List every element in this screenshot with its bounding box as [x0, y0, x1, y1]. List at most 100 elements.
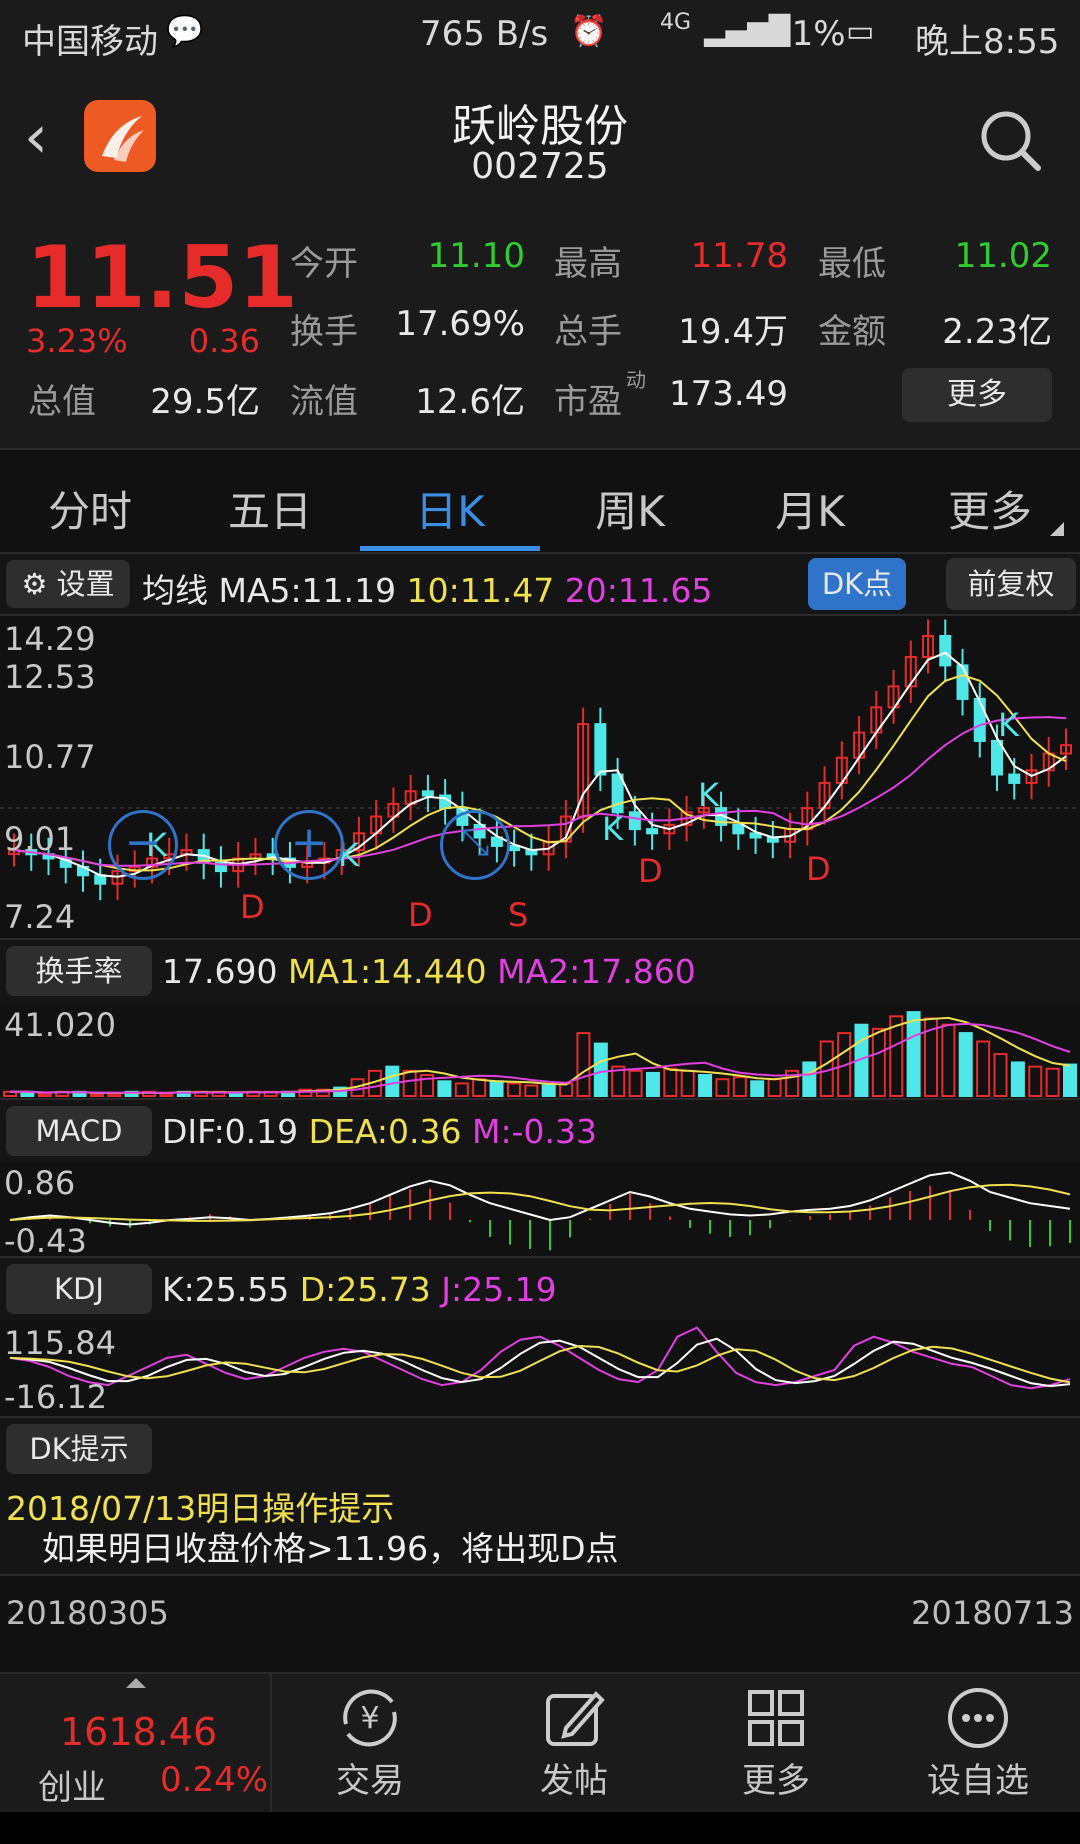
settings-button[interactable]: ⚙ 设置 — [6, 560, 130, 608]
tab-intraday[interactable]: 分时 — [0, 478, 180, 539]
open-value: 11.10 — [427, 236, 525, 276]
kline-axis-3: 10.77 — [4, 738, 96, 776]
ma10-value: 10:11.47 — [406, 571, 555, 610]
system-nav-bar — [0, 1812, 1080, 1844]
forward-adjust-button[interactable]: 前复权 — [946, 558, 1076, 610]
kdj-axis-top: 115.84 — [4, 1324, 116, 1362]
kdj-chart[interactable]: 115.84 -16.12 — [0, 1318, 1080, 1416]
kdj-j: J:25.19 — [441, 1270, 557, 1309]
macd-dea: DEA:0.36 — [308, 1112, 462, 1151]
index-value: 1618.46 — [60, 1710, 218, 1754]
turnover-plot — [3, 1011, 1077, 1098]
pe-value: 173.49 — [669, 374, 788, 414]
gear-icon: ⚙ — [21, 567, 48, 601]
zoom-out-button[interactable]: − — [108, 810, 178, 880]
turnover-indicator-button[interactable]: 换手率 — [6, 946, 152, 996]
candle-body — [991, 739, 1004, 776]
macd-chart[interactable]: 0.86 -0.43 — [0, 1160, 1080, 1260]
turnover-bar — [402, 1069, 417, 1097]
nav-add-watchlist-label: 设自选 — [927, 1761, 1029, 1801]
kline-plot — [0, 619, 1080, 901]
turnover-bar — [576, 1032, 591, 1097]
zoom-in-button[interactable]: + — [274, 810, 344, 880]
kline-toolbar: ⚙ 设置 均线 MA5:11.19 10:11.47 20:11.65 DK点 … — [0, 554, 1080, 616]
nav-trade[interactable]: ¥ 交易 — [270, 1674, 470, 1814]
volume-label: 总手 — [554, 312, 622, 352]
kdj-plot — [9, 1326, 1071, 1390]
kdj-indicator-button[interactable]: KDJ — [6, 1264, 152, 1314]
turnover-bar — [871, 1027, 886, 1098]
turnover-bar — [976, 1040, 991, 1097]
battery-pct: 71% — [770, 14, 846, 54]
low-value: 11.02 — [954, 236, 1052, 276]
nav-post-label: 发帖 — [540, 1761, 608, 1801]
total-value: 29.5亿 — [150, 382, 260, 422]
ma-prefix: 均线 — [142, 571, 208, 610]
status-bar: 中国移动 💬 765 B/s ⏰ 4G ▂▄▆█ 71% ▭ 晚上8:55 — [0, 0, 1080, 80]
turnover-bar — [489, 1080, 504, 1098]
candle-body — [939, 634, 952, 667]
volume-value: 19.4万 — [678, 312, 788, 352]
change-pct: 3.23% — [26, 322, 128, 360]
candle-body — [611, 773, 624, 814]
turnover-bar — [680, 1069, 695, 1097]
tab-weekly-k[interactable]: 周K — [540, 478, 720, 539]
search-icon[interactable] — [978, 108, 1044, 178]
kline-chart[interactable]: 14.29 12.53 10.77 9.01 7.24 K D K D S K … — [0, 614, 1080, 938]
tab-daily-k[interactable]: 日K — [360, 478, 540, 539]
marker-k: K — [602, 810, 623, 848]
turnover-bar — [663, 1067, 678, 1097]
date-end: 20180713 — [911, 1594, 1074, 1632]
alarm-icon: ⏰ — [570, 14, 608, 49]
yen-icon: ¥ — [336, 1684, 404, 1756]
candle-body — [594, 723, 607, 776]
index-ticker[interactable]: 1618.46 创业 0.24% — [0, 1674, 272, 1814]
turnover-bar — [593, 1042, 608, 1097]
marker-d: D — [806, 850, 831, 888]
turnover-bar — [750, 1080, 765, 1098]
ma20-value: 20:11.65 — [564, 571, 713, 610]
turnover-bar — [732, 1076, 747, 1098]
float-value: 12.6亿 — [415, 382, 525, 422]
stock-code: 002725 — [471, 146, 609, 187]
macd-indicator-button[interactable]: MACD — [6, 1106, 152, 1156]
signal-label: 4G — [660, 10, 692, 35]
dk-point-button[interactable]: DK点 — [808, 558, 906, 610]
expand-up-icon — [126, 1678, 146, 1688]
net-speed: 765 B/s — [420, 14, 549, 54]
fullscreen-icon[interactable]: ⤡ — [440, 810, 510, 880]
back-icon[interactable]: ‹ — [24, 102, 48, 172]
dk-tip-button[interactable]: DK提示 — [6, 1424, 152, 1474]
nav-post[interactable]: 发帖 — [474, 1674, 674, 1814]
kdj-d-line — [9, 1344, 1071, 1384]
dk-tip-text: 如果明日收盘价格>11.96，将出现D点 — [42, 1529, 619, 1568]
turnover-ma1: MA1:14.440 — [287, 952, 487, 991]
turnover-bar — [37, 1092, 52, 1098]
nav-add-watchlist[interactable]: 设自选 — [878, 1674, 1078, 1814]
kdj-header: KDJ K:25.55 D:25.73 J:25.19 — [0, 1256, 1080, 1320]
battery-icon: ▭ — [846, 14, 875, 49]
turnover-bar — [906, 1011, 921, 1098]
turnover-bar — [993, 1053, 1008, 1097]
turnover-bar — [698, 1074, 713, 1097]
turnover-bar — [628, 1069, 643, 1097]
more-quote-button[interactable]: 更多 — [902, 368, 1052, 422]
macd-header: MACD DIF:0.19 DEA:0.36 M:-0.33 — [0, 1098, 1080, 1162]
kline-axis-4: 9.01 — [4, 820, 76, 858]
candle-body — [646, 828, 659, 835]
corner-triangle-icon — [1050, 522, 1064, 536]
ellipsis-circle-icon — [944, 1684, 1012, 1756]
tab-monthly-k[interactable]: 月K — [720, 478, 900, 539]
turnover-chart[interactable]: 41.020 — [0, 1002, 1080, 1098]
turnover-bar — [159, 1092, 174, 1098]
nav-trade-label: 交易 — [336, 1761, 404, 1801]
turnover-bar — [89, 1092, 104, 1098]
turnover-bar — [472, 1078, 487, 1097]
turnover-bar — [228, 1092, 243, 1098]
turnover-current: 17.690 — [162, 952, 278, 991]
turnover-bar — [1028, 1065, 1043, 1097]
nav-more[interactable]: 更多 — [676, 1674, 876, 1814]
settings-label: 设置 — [56, 567, 115, 601]
kline-axis-1: 14.29 — [4, 620, 96, 658]
tab-five-day[interactable]: 五日 — [180, 478, 360, 539]
